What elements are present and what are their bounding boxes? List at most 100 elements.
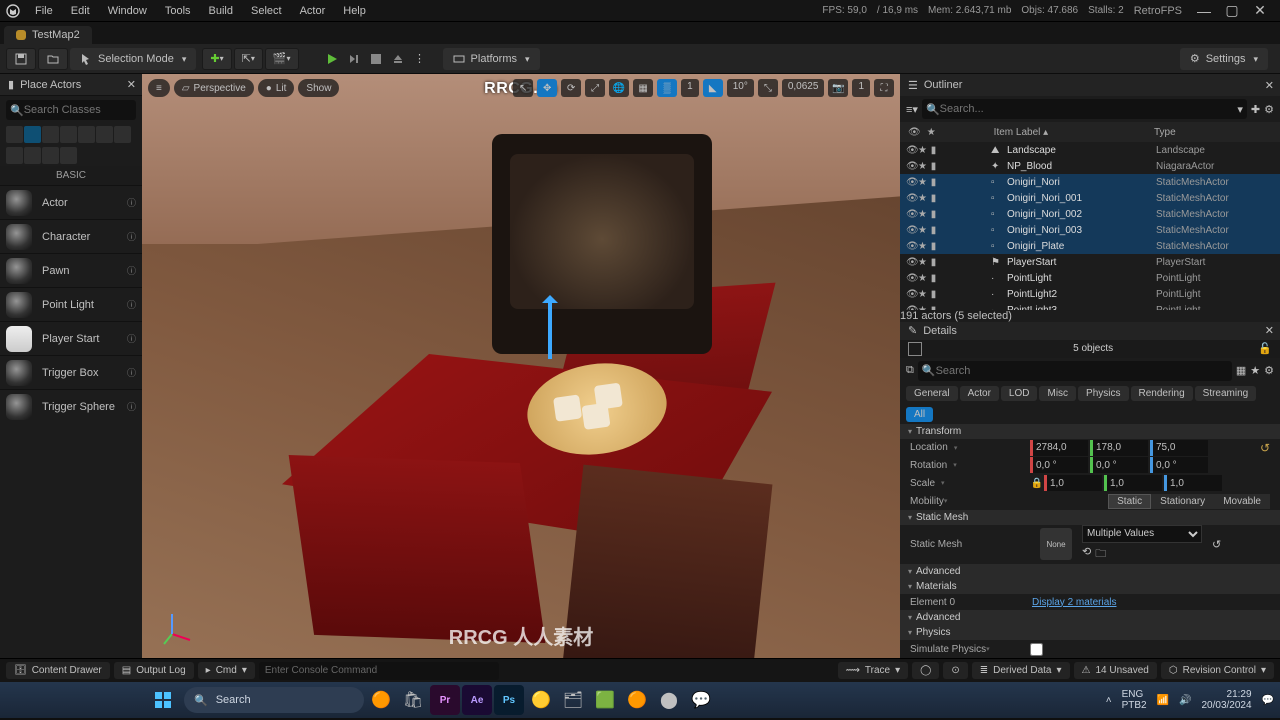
cat-lights[interactable] bbox=[42, 126, 59, 143]
pin-toggle[interactable]: ★ bbox=[917, 241, 928, 252]
place-actors-search[interactable]: 🔍 bbox=[6, 100, 136, 120]
visibility-toggle[interactable]: 👁 bbox=[906, 177, 917, 188]
info-icon[interactable]: ⓘ bbox=[127, 230, 136, 243]
place-actor-item[interactable]: Trigger Sphereⓘ bbox=[0, 389, 142, 423]
use-selected-icon[interactable]: ⟲ bbox=[1082, 545, 1091, 564]
place-actor-item[interactable]: Pawnⓘ bbox=[0, 253, 142, 287]
pin-toggle[interactable]: ★ bbox=[917, 193, 928, 204]
section-static-mesh[interactable]: Static Mesh bbox=[900, 510, 1280, 525]
cmd-dropdown[interactable]: ▸Cmd ▾ bbox=[198, 662, 255, 679]
menu-file[interactable]: File bbox=[26, 0, 62, 21]
cat-all[interactable]: All bbox=[906, 407, 933, 422]
viewport-show[interactable]: Show bbox=[298, 79, 339, 97]
visibility-toggle[interactable]: 👁 bbox=[906, 209, 917, 220]
place-actor-item[interactable]: Point Lightⓘ bbox=[0, 287, 142, 321]
pin-toggle[interactable]: ★ bbox=[917, 161, 928, 172]
mobility-movable[interactable]: Movable bbox=[1214, 494, 1270, 509]
rot-z[interactable]: 0,0 ° bbox=[1150, 457, 1208, 473]
mesh-reset[interactable]: ↺ bbox=[1212, 538, 1221, 551]
viewport-lit[interactable]: ● Lit bbox=[258, 79, 295, 97]
loc-z[interactable]: 75,0 bbox=[1150, 440, 1208, 456]
save-button[interactable] bbox=[6, 48, 36, 70]
pin-toggle[interactable]: ★ bbox=[917, 289, 928, 300]
type-col[interactable]: Type bbox=[1154, 127, 1272, 138]
outliner-search-input[interactable] bbox=[940, 103, 1238, 115]
viewport-scene[interactable]: RRCG.cn RRCG 人人素材 bbox=[142, 74, 900, 658]
window-restore[interactable]: ▢ bbox=[1218, 2, 1246, 19]
mobility-static[interactable]: Static bbox=[1108, 494, 1151, 509]
revision-control-button[interactable]: ⬡ Revision Control ▾ bbox=[1161, 662, 1274, 679]
tray-notifications[interactable]: 💬 bbox=[1262, 695, 1274, 706]
mesh-thumbnail[interactable]: None bbox=[1040, 528, 1072, 560]
details-search[interactable]: 🔍 bbox=[918, 361, 1232, 381]
app-aftereffects[interactable]: Ae bbox=[462, 685, 492, 715]
info-icon[interactable]: ⓘ bbox=[127, 332, 136, 345]
mobility-stationary[interactable]: Stationary bbox=[1151, 494, 1214, 509]
vp-cam-value[interactable]: 1 bbox=[852, 79, 870, 97]
cat-recent[interactable] bbox=[6, 126, 23, 143]
tray-volume-icon[interactable]: 🔊 bbox=[1179, 695, 1191, 706]
eject-button[interactable] bbox=[387, 48, 409, 70]
rot-x[interactable]: 0,0 ° bbox=[1030, 457, 1088, 473]
visibility-toggle[interactable]: 👁 bbox=[906, 257, 917, 268]
outliner-filter[interactable]: ≡▾ bbox=[906, 103, 918, 116]
settings-dropdown[interactable]: ⚙ Settings bbox=[1180, 48, 1268, 70]
menu-window[interactable]: Window bbox=[99, 0, 156, 21]
close-outliner[interactable]: ✕ bbox=[1265, 79, 1274, 92]
visibility-toggle[interactable]: 👁 bbox=[906, 289, 917, 300]
outliner-row[interactable]: 👁★▮·PointLight2PointLight bbox=[900, 286, 1280, 302]
menu-help[interactable]: Help bbox=[334, 0, 375, 21]
rot-y[interactable]: 0,0 ° bbox=[1090, 457, 1148, 473]
loc-y[interactable]: 178,0 bbox=[1090, 440, 1148, 456]
tray-lang[interactable]: ENGPTB2 bbox=[1122, 689, 1147, 711]
app-store[interactable]: 🛍 bbox=[398, 685, 428, 715]
cat-cine[interactable] bbox=[78, 126, 95, 143]
console-input[interactable]: Enter Console Command bbox=[259, 662, 499, 680]
cat-actor[interactable]: Actor bbox=[960, 386, 999, 401]
visibility-toggle[interactable]: 👁 bbox=[906, 193, 917, 204]
outliner-search[interactable]: 🔍 ▾ bbox=[922, 99, 1247, 119]
system-tray[interactable]: ˄ ENGPTB2 📶 🔊 21:2920/03/2024 💬 bbox=[1106, 689, 1274, 711]
details-view-grid[interactable]: ▦ bbox=[1236, 364, 1246, 377]
location-label[interactable]: Location bbox=[910, 442, 1030, 453]
cat-rendering[interactable]: Rendering bbox=[1131, 386, 1193, 401]
vp-world[interactable]: 🌐 bbox=[609, 79, 629, 97]
scl-x[interactable]: 1,0 bbox=[1044, 475, 1102, 491]
cat-a[interactable] bbox=[6, 147, 23, 164]
cat-visual[interactable] bbox=[96, 126, 113, 143]
app-excel[interactable]: 🟩 bbox=[590, 685, 620, 715]
app-discord[interactable]: 💬 bbox=[686, 685, 716, 715]
details-filter[interactable]: ⧉ bbox=[906, 364, 914, 377]
details-fav[interactable]: ★ bbox=[1250, 364, 1260, 377]
menu-actor[interactable]: Actor bbox=[291, 0, 335, 21]
simulate-physics-checkbox[interactable] bbox=[1030, 643, 1043, 656]
outliner-row[interactable]: 👁★▮▫Onigiri_Nori_001StaticMeshActor bbox=[900, 190, 1280, 206]
vp-scale-value[interactable]: 0,0625 bbox=[782, 79, 825, 97]
content-drawer-button[interactable]: 🗄Content Drawer bbox=[6, 662, 110, 679]
pin-col-icon[interactable]: ★ bbox=[927, 127, 936, 138]
menu-build[interactable]: Build bbox=[200, 0, 242, 21]
outliner-row[interactable]: 👁★▮▫Onigiri_NoriStaticMeshActor bbox=[900, 174, 1280, 190]
outliner-new-folder[interactable]: ✚ bbox=[1251, 103, 1260, 116]
trace-snap[interactable]: ⊙ bbox=[943, 662, 967, 679]
display-materials-link[interactable]: Display 2 materials bbox=[1032, 597, 1116, 608]
app-premiere[interactable]: Pr bbox=[430, 685, 460, 715]
outliner-row[interactable]: 👁★▮⛰LandscapeLandscape bbox=[900, 142, 1280, 158]
trace-rec[interactable]: ◯ bbox=[912, 662, 939, 679]
cat-shapes[interactable] bbox=[60, 126, 77, 143]
vp-translate[interactable]: ✥ bbox=[537, 79, 557, 97]
vp-scale[interactable]: ⤢ bbox=[585, 79, 605, 97]
section-physics[interactable]: Physics bbox=[900, 625, 1280, 640]
viewport[interactable]: RRCG.cn RRCG 人人素材 ≡ ▱ Perspective ● Lit … bbox=[142, 74, 900, 658]
outliner-row[interactable]: 👁★▮✦NP_BloodNiagaraActor bbox=[900, 158, 1280, 174]
app-edge[interactable]: 🟠 bbox=[366, 685, 396, 715]
app-blender[interactable]: 🟠 bbox=[622, 685, 652, 715]
cat-streaming[interactable]: Streaming bbox=[1195, 386, 1257, 401]
browse-asset-icon[interactable]: 🗀 bbox=[1095, 545, 1106, 564]
tray-wifi-icon[interactable]: 📶 bbox=[1157, 695, 1169, 706]
search-input[interactable] bbox=[24, 104, 132, 116]
lock-selection[interactable]: 🔓 bbox=[1258, 342, 1272, 355]
section-transform[interactable]: Transform bbox=[900, 424, 1280, 439]
output-log-button[interactable]: ▤Output Log bbox=[114, 662, 194, 679]
close-panel-button[interactable]: ✕ bbox=[127, 78, 136, 91]
